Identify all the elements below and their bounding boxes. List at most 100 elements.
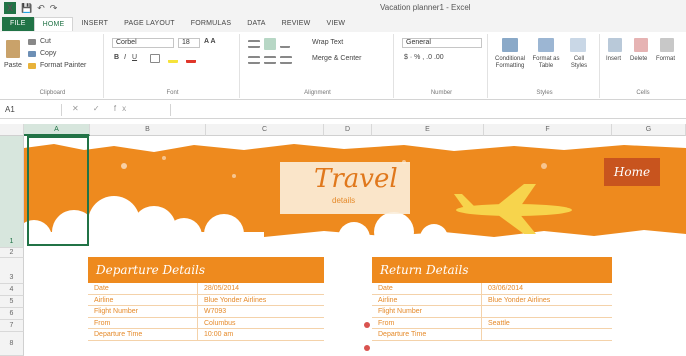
departure-label: Flight Number	[88, 306, 198, 317]
redo-icon[interactable]: ↷	[50, 2, 58, 14]
align-right-icon[interactable]	[280, 56, 292, 64]
column-header-d[interactable]: D	[324, 124, 372, 136]
copy-button[interactable]: Copy	[40, 50, 56, 57]
column-header-a[interactable]: A	[24, 124, 90, 136]
tab-insert[interactable]: INSERT	[73, 17, 116, 31]
column-header-e[interactable]: E	[372, 124, 484, 136]
wrap-text-button[interactable]: Wrap Text	[312, 39, 343, 46]
return-value[interactable]: Blue Yonder Airlines	[482, 295, 612, 306]
select-all-corner[interactable]	[0, 124, 24, 136]
number-format-icons[interactable]: $ · % , .0 .00	[404, 54, 444, 61]
tab-formulas[interactable]: FORMULAS	[183, 17, 240, 31]
tab-page-layout[interactable]: PAGE LAYOUT	[116, 17, 183, 31]
align-top-icon[interactable]	[248, 40, 260, 48]
departure-label: Airline	[88, 294, 198, 305]
cut-icon[interactable]	[28, 39, 36, 45]
save-icon[interactable]: 💾	[21, 2, 32, 14]
departure-value[interactable]: W7093	[198, 306, 324, 317]
insert-cells-icon[interactable]	[608, 38, 622, 52]
align-center-icon[interactable]	[264, 56, 276, 64]
column-header-f[interactable]: F	[484, 124, 612, 136]
title-bar: X 💾 ↶ ↷ Vacation planner1 - Excel	[0, 0, 686, 16]
format-as-table-icon[interactable]	[538, 38, 554, 52]
table-row: Airline Blue Yonder Airlines	[88, 294, 324, 306]
conditional-formatting-button[interactable]: Conditional Formatting	[492, 56, 528, 70]
return-value[interactable]	[482, 306, 612, 317]
italic-icon[interactable]: I	[124, 54, 126, 61]
departure-label: Date	[88, 283, 198, 294]
format-as-table-button[interactable]: Format as Table	[530, 56, 562, 70]
tab-file[interactable]: FILE	[2, 17, 34, 31]
departure-title: Departure Details	[88, 257, 324, 283]
paste-icon[interactable]	[6, 40, 20, 58]
orientation-icon[interactable]	[280, 40, 290, 48]
format-button[interactable]: Format	[656, 56, 675, 62]
warning-marker-icon[interactable]	[364, 322, 370, 328]
delete-cells-icon[interactable]	[634, 38, 648, 52]
row-header-7[interactable]: 7	[0, 320, 24, 332]
align-middle-icon[interactable]	[264, 38, 276, 50]
home-button[interactable]: Home	[604, 158, 660, 186]
excel-logo-icon: X	[4, 2, 16, 14]
formula-input[interactable]	[170, 104, 670, 116]
font-color-icon[interactable]	[186, 54, 196, 63]
column-header-g[interactable]: G	[612, 124, 686, 136]
return-value[interactable]	[482, 329, 612, 340]
departure-label: From	[88, 317, 198, 328]
cell-styles-button[interactable]: Cell Styles	[566, 56, 592, 70]
copy-icon[interactable]	[28, 51, 36, 57]
underline-icon[interactable]: U	[132, 54, 137, 61]
number-format-select[interactable]: General	[402, 38, 482, 48]
departure-value[interactable]: 10:00 am	[198, 329, 324, 340]
row-header-4[interactable]: 4	[0, 284, 24, 296]
return-label: Date	[372, 283, 482, 294]
font-name-select[interactable]: Corbel	[112, 38, 174, 48]
undo-icon[interactable]: ↶	[37, 2, 45, 14]
format-cells-icon[interactable]	[660, 38, 674, 52]
row-header-5[interactable]: 5	[0, 296, 24, 308]
selected-cell-a1[interactable]	[27, 136, 89, 246]
return-value[interactable]: Seattle	[482, 318, 612, 329]
return-label: Airline	[372, 294, 482, 305]
cut-button[interactable]: Cut	[40, 38, 51, 45]
row-header-8[interactable]: 8	[0, 332, 24, 356]
column-header-c[interactable]: C	[206, 124, 324, 136]
row-header-6[interactable]: 6	[0, 308, 24, 320]
departure-value[interactable]: Blue Yonder Airlines	[198, 295, 324, 306]
cells-group: Insert Delete Format Cells	[602, 34, 684, 98]
return-label: Flight Number	[372, 306, 482, 317]
formula-bar-icons[interactable]: ✕ ✓ fx	[72, 104, 132, 113]
warning-marker-icon[interactable]	[364, 345, 370, 351]
alignment-group-label: Alignment	[304, 90, 331, 96]
table-row: Flight Number	[372, 306, 612, 318]
cells-group-label: Cells	[636, 90, 650, 96]
tab-home[interactable]: HOME	[33, 17, 74, 31]
column-header-b[interactable]: B	[90, 124, 206, 136]
name-box[interactable]: A1	[2, 104, 62, 116]
borders-icon[interactable]	[150, 54, 160, 63]
departure-value[interactable]: 28/05/2014	[198, 283, 324, 294]
merge-center-button[interactable]: Merge & Center	[312, 55, 361, 62]
font-group: Corbel 18 A A B I U Font	[106, 34, 240, 98]
bold-icon[interactable]: B	[114, 54, 119, 61]
tab-review[interactable]: REVIEW	[274, 17, 319, 31]
return-value[interactable]: 03/06/2014	[482, 283, 612, 294]
font-grow-icon[interactable]: A A	[204, 38, 216, 45]
row-header-1[interactable]: 1	[0, 136, 24, 248]
tab-data[interactable]: DATA	[239, 17, 273, 31]
insert-button[interactable]: Insert	[606, 56, 621, 62]
delete-button[interactable]: Delete	[630, 56, 647, 62]
format-painter-icon[interactable]	[28, 63, 36, 69]
row-header-3[interactable]: 3	[0, 258, 24, 284]
cell-styles-icon[interactable]	[570, 38, 586, 52]
departure-value[interactable]: Columbus	[198, 318, 324, 329]
paste-button[interactable]: Paste	[4, 62, 22, 69]
row-header-2[interactable]: 2	[0, 248, 24, 258]
format-painter-button[interactable]: Format Painter	[40, 62, 86, 69]
font-size-select[interactable]: 18	[178, 38, 200, 48]
fill-color-icon[interactable]	[168, 54, 178, 63]
conditional-formatting-icon[interactable]	[502, 38, 518, 52]
align-left-icon[interactable]	[248, 56, 260, 64]
tab-view[interactable]: VIEW	[319, 17, 354, 31]
alignment-group: Wrap Text Merge & Center Alignment	[242, 34, 394, 98]
